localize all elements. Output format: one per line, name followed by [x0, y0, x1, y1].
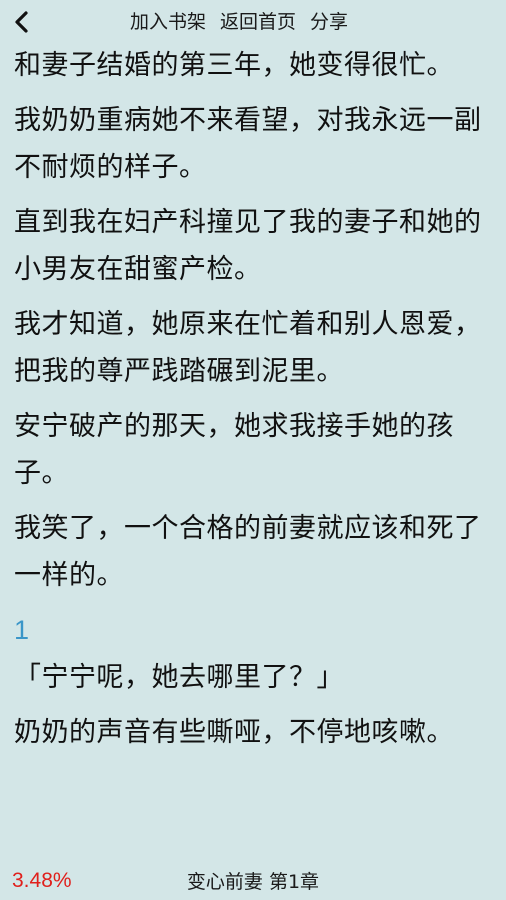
paragraph: 我笑了，一个合格的前妻就应该和死了一样的。 [14, 513, 482, 591]
paragraph: 和妻子结婚的第三年，她变得很忙。 [14, 50, 454, 81]
paragraph: 我才知道，她原来在忙着和别人恩爱，把我的尊严践踏碾到泥里。 [14, 309, 482, 387]
paragraph: 直到我在妇产科撞见了我的妻子和她的小男友在甜蜜产检。 [14, 207, 482, 285]
paragraph: 我奶奶重病她不来看望，对我永远一副不耐烦的样子。 [14, 105, 482, 183]
add-to-bookshelf-link[interactable]: 加入书架 [130, 9, 206, 35]
chevron-left-icon [15, 11, 28, 33]
share-link[interactable]: 分享 [310, 9, 348, 35]
paragraph: 「宁宁呢，她去哪里了？」 [14, 662, 344, 693]
top-links: 加入书架 返回首页 分享 [130, 9, 348, 35]
top-bar: 加入书架 返回首页 分享 [0, 0, 506, 44]
paragraph: 奶奶的声音有些嘶哑，不停地咳嗽。 [14, 717, 454, 748]
bottom-status-bar: 变心前妻 第1章 3.48% [0, 862, 506, 900]
back-to-home-link[interactable]: 返回首页 [220, 9, 296, 35]
chapter-number: 1 [14, 615, 30, 645]
back-button[interactable] [6, 6, 38, 38]
paragraph: 安宁破产的那天，她求我接手她的孩子。 [14, 411, 454, 489]
reading-content: 和妻子结婚的第三年，她变得很忙。 我奶奶重病她不来看望，对我永远一副不耐烦的样子… [14, 42, 498, 764]
reading-progress: 3.48% [12, 869, 72, 892]
chapter-title: 变心前妻 第1章 [186, 871, 320, 893]
